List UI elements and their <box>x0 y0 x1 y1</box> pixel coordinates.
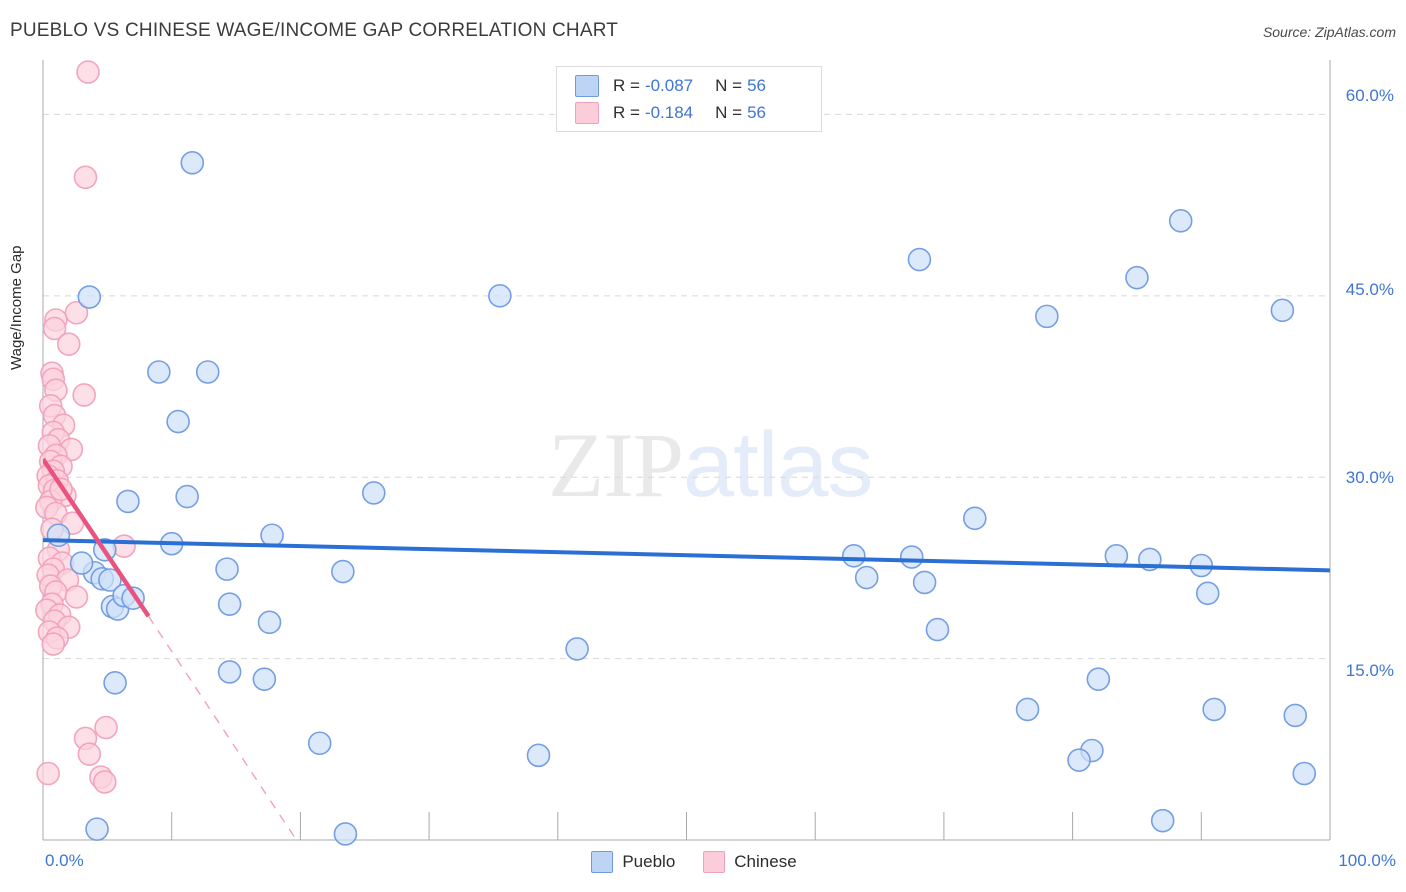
data-point[interactable] <box>962 506 987 531</box>
data-point[interactable] <box>217 660 242 684</box>
n-value-pueblo: 56 <box>747 76 766 95</box>
y-tick-label-30: 30.0% <box>1345 468 1394 487</box>
data-point[interactable] <box>36 761 60 786</box>
data-point[interactable] <box>175 484 199 509</box>
data-point[interactable] <box>77 285 102 309</box>
correlation-chart: PUEBLO VS CHINESE WAGE/INCOME GAP CORREL… <box>0 0 1406 892</box>
data-point[interactable] <box>41 632 66 656</box>
data-point[interactable] <box>73 165 98 190</box>
data-point[interactable] <box>85 817 109 841</box>
data-point[interactable] <box>1035 304 1059 329</box>
legend-swatch-pueblo <box>575 75 599 97</box>
stats-legend-row-chinese: R = -0.184 N = 56 <box>575 100 766 126</box>
n-label-chinese: N = <box>715 103 743 122</box>
data-point[interactable] <box>1015 697 1040 722</box>
r-value-pueblo: -0.087 <box>644 76 694 95</box>
series-legend-item-pueblo[interactable]: Pueblo <box>591 851 675 873</box>
data-point[interactable] <box>925 617 950 642</box>
data-point[interactable] <box>94 715 118 740</box>
data-point[interactable] <box>64 585 89 609</box>
series-legend-item-chinese[interactable]: Chinese <box>703 851 797 873</box>
data-point[interactable] <box>112 534 136 558</box>
plot-area <box>35 60 1331 846</box>
data-point[interactable] <box>77 742 102 766</box>
series-label-pueblo: Pueblo <box>622 852 676 871</box>
data-point[interactable] <box>1150 808 1175 833</box>
data-point[interactable] <box>1283 703 1308 728</box>
stats-legend-row-pueblo: R = -0.087 N = 56 <box>575 73 766 99</box>
y-tick-label-60: 60.0% <box>1345 86 1394 105</box>
series-swatch-chinese <box>703 851 726 873</box>
series-points-pueblo <box>46 150 1317 846</box>
data-point[interactable] <box>217 592 242 616</box>
series-label-chinese: Chinese <box>734 852 797 871</box>
data-point[interactable] <box>307 731 332 756</box>
r-value-chinese: -0.184 <box>644 103 694 122</box>
data-point[interactable] <box>69 551 94 575</box>
r-label-pueblo: R = <box>613 76 640 95</box>
data-point[interactable] <box>331 559 355 584</box>
data-point[interactable] <box>565 637 589 661</box>
data-point[interactable] <box>854 565 879 590</box>
legend-swatch-chinese <box>575 102 599 124</box>
data-point[interactable] <box>72 383 96 407</box>
data-point[interactable] <box>260 523 284 548</box>
r-label-chinese: R = <box>613 103 640 122</box>
data-point[interactable] <box>899 545 924 569</box>
data-point[interactable] <box>257 610 282 635</box>
series-swatch-pueblo <box>591 851 614 873</box>
n-value-chinese: 56 <box>747 103 766 122</box>
data-point[interactable] <box>1168 209 1193 233</box>
data-point[interactable] <box>1195 581 1220 606</box>
data-point[interactable] <box>46 523 71 548</box>
data-point[interactable] <box>103 670 127 695</box>
data-point[interactable] <box>1067 748 1091 772</box>
data-point[interactable] <box>166 409 190 434</box>
y-tick-label-45: 45.0% <box>1345 280 1394 299</box>
data-point[interactable] <box>526 743 551 768</box>
stats-legend: R = -0.087 N = 56 R = -0.184 N = 56 <box>556 66 822 132</box>
data-point[interactable] <box>361 481 386 505</box>
data-point[interactable] <box>1125 265 1149 290</box>
data-point[interactable] <box>195 360 220 384</box>
series-legend: Pueblo Chinese <box>0 851 1406 873</box>
data-point[interactable] <box>1086 667 1111 691</box>
data-point[interactable] <box>488 284 512 308</box>
data-point[interactable] <box>1292 761 1317 786</box>
data-point[interactable] <box>76 60 100 84</box>
y-tick-label-15: 15.0% <box>1345 661 1394 680</box>
data-point[interactable] <box>147 360 171 384</box>
data-point[interactable] <box>842 544 866 568</box>
data-point[interactable] <box>215 557 239 581</box>
n-label-pueblo: N = <box>715 76 743 95</box>
trendline-extension-chinese <box>147 615 298 840</box>
data-point[interactable] <box>912 570 937 595</box>
data-point[interactable] <box>907 247 932 272</box>
data-point[interactable] <box>252 667 277 691</box>
data-point[interactable] <box>180 150 205 175</box>
data-point[interactable] <box>56 332 81 356</box>
data-point[interactable] <box>92 770 117 794</box>
data-point[interactable] <box>1202 697 1226 722</box>
data-point[interactable] <box>1270 298 1295 323</box>
data-point[interactable] <box>116 489 140 514</box>
data-point[interactable] <box>333 822 358 846</box>
